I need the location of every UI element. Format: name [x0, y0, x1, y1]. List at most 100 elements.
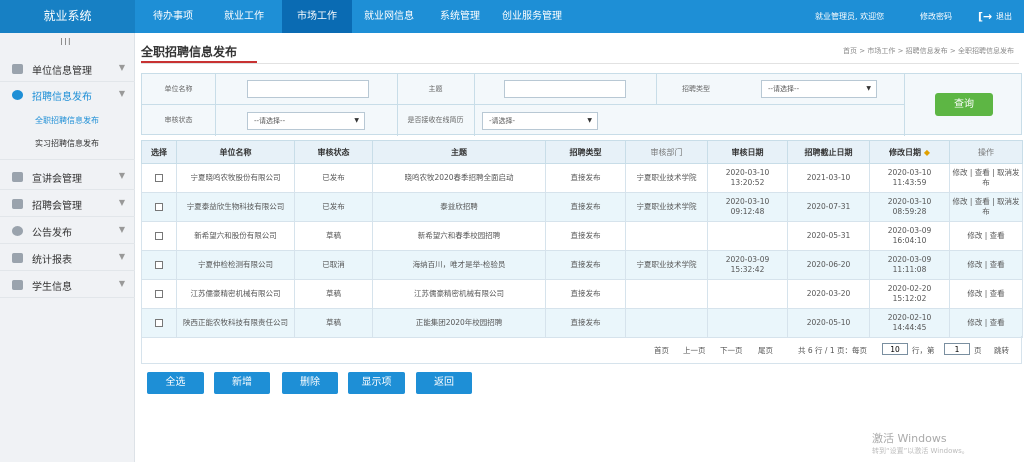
audit-status-select[interactable]: --请选择-- ▼	[247, 112, 365, 130]
table-row: 陕西正能农牧科技有限责任公司 草稿 正能集团2020年校园招聘 直接发布 202…	[141, 308, 1023, 338]
row-dept	[625, 221, 708, 251]
logout-link[interactable]: 退出	[996, 0, 1012, 33]
sidebar-item-student-info[interactable]: 学生信息 ▼	[0, 272, 135, 298]
row-subject: 海纳百川，唯才是举-检验员	[372, 250, 546, 280]
row-ops[interactable]: 修改 | 查看 | 取消发布	[949, 192, 1023, 222]
per-page-input[interactable]: 10	[882, 343, 908, 355]
sidebar-item-label: 统计报表	[32, 255, 72, 266]
search-button[interactable]: 查询	[935, 93, 993, 116]
row-checkbox[interactable]	[155, 319, 163, 327]
row-modified: 2020-03-10 11:43:59	[869, 163, 950, 193]
windows-watermark-hint: 转到“设置”以激活 Windows。	[872, 447, 969, 455]
select-all-button[interactable]: 全选	[147, 372, 204, 394]
sidebar-item-unit-info[interactable]: 单位信息管理 ▼	[0, 56, 135, 82]
row-audit-date: 2020-03-09 15:32:42	[707, 250, 788, 280]
recruit-type-select[interactable]: --请选择-- ▼	[761, 80, 877, 98]
nav-employment-work[interactable]: 就业工作	[212, 0, 276, 33]
sidebar-sub-internship[interactable]: 实习招聘信息发布	[35, 138, 99, 149]
building-icon	[12, 64, 23, 74]
online-resume-select[interactable]: -请选择- ▼	[482, 112, 598, 130]
row-deadline: 2020-07-31	[787, 192, 870, 222]
row-select[interactable]	[141, 192, 177, 222]
row-type: 直接发布	[545, 221, 626, 251]
nav-employment-info[interactable]: 就业网信息	[356, 0, 422, 33]
page-number-input[interactable]: 1	[944, 343, 970, 355]
filter-panel: 单位名称 主题 招聘类型 --请选择-- ▼ 审核状态 --请选择-- ▼ 是否接收…	[141, 73, 1022, 136]
windows-watermark: 激活 Windows	[872, 432, 947, 445]
nav-market-work[interactable]: 市场工作	[282, 0, 352, 33]
col-ops: 操作	[949, 140, 1023, 164]
row-ops[interactable]: 修改 | 查看	[949, 250, 1023, 280]
row-dept: 宁夏职业技术学院	[625, 163, 708, 193]
row-type: 直接发布	[545, 308, 626, 338]
row-company: 宁夏晓鸣农牧股份有限公司	[176, 163, 295, 193]
pager-first[interactable]: 首页	[654, 345, 669, 356]
add-button[interactable]: 新增	[214, 372, 270, 394]
sidebar-item-presentation[interactable]: 宣讲会管理 ▼	[0, 164, 135, 190]
pager-last[interactable]: 尾页	[758, 345, 773, 356]
col-modified[interactable]: 修改日期 ◆	[869, 140, 950, 164]
row-company: 陕西正能农牧科技有限责任公司	[176, 308, 295, 338]
row-dept	[625, 279, 708, 309]
display-columns-button[interactable]: 显示项	[348, 372, 405, 394]
delete-button[interactable]: 删除	[282, 372, 338, 394]
row-ops[interactable]: 修改 | 查看	[949, 308, 1023, 338]
pager-jump[interactable]: 跳转	[994, 345, 1009, 356]
row-subject: 泰益欣招聘	[372, 192, 546, 222]
back-button[interactable]: 返回	[416, 372, 472, 394]
row-ops[interactable]: 修改 | 查看	[949, 279, 1023, 309]
chevron-down-icon: ▼	[118, 171, 125, 180]
sidebar-item-statistics[interactable]: 统计报表 ▼	[0, 245, 135, 271]
row-checkbox[interactable]	[155, 203, 163, 211]
subject-input[interactable]	[504, 80, 626, 98]
row-select[interactable]	[141, 163, 177, 193]
row-select[interactable]	[141, 308, 177, 338]
sidebar-item-announcement[interactable]: 公告发布 ▼	[0, 218, 135, 244]
pager-prev[interactable]: 上一页	[683, 345, 706, 356]
sidebar-item-job-fair[interactable]: 招聘会管理 ▼	[0, 191, 135, 217]
page-title: 全职招聘信息发布	[141, 45, 238, 59]
row-status: 已发布	[294, 192, 373, 222]
row-subject: 晓鸣农牧2020春季招聘全面启动	[372, 163, 546, 193]
presenter-icon	[12, 172, 23, 182]
row-status: 已发布	[294, 163, 373, 193]
sidebar-item-recruitment[interactable]: 招聘信息发布 ▼ 全职招聘信息发布 实习招聘信息发布	[0, 82, 135, 160]
row-status: 草稿	[294, 279, 373, 309]
change-password-link[interactable]: 修改密码	[920, 0, 952, 33]
col-type: 招聘类型	[545, 140, 626, 164]
row-company: 江苏儒豪精密机械有限公司	[176, 279, 295, 309]
row-checkbox[interactable]	[155, 174, 163, 182]
nav-system-management[interactable]: 系统管理	[430, 0, 490, 33]
table-row: 新希望六和股份有限公司 草稿 新希望六和春季校园招聘 直接发布 2020-05-…	[141, 221, 1023, 251]
row-select[interactable]	[141, 279, 177, 309]
row-type: 直接发布	[545, 279, 626, 309]
row-ops[interactable]: 修改 | 查看 | 取消发布	[949, 163, 1023, 193]
pagination: 首页 上一页 下一页 尾页 共 6 行 / 1 页：每页 10 行，第 1 页 …	[141, 336, 1022, 364]
col-status: 审核状态	[294, 140, 373, 164]
row-ops[interactable]: 修改 | 查看	[949, 221, 1023, 251]
nav-todo[interactable]: 待办事项	[143, 0, 203, 33]
row-company: 宁夏泰益欣生物科技有限公司	[176, 192, 295, 222]
row-select[interactable]	[141, 250, 177, 280]
row-checkbox[interactable]	[155, 232, 163, 240]
company-input[interactable]	[247, 80, 369, 98]
row-type: 直接发布	[545, 250, 626, 280]
pager-next[interactable]: 下一页	[720, 345, 743, 356]
sort-icon[interactable]: ◆	[924, 148, 930, 157]
logout-icon[interactable]: [→	[978, 0, 992, 33]
row-select[interactable]	[141, 221, 177, 251]
subject-label: 主题	[428, 85, 443, 93]
row-checkbox[interactable]	[155, 290, 163, 298]
sidebar-collapse-handle[interactable]: III	[60, 37, 72, 48]
online-resume-value: -请选择-	[489, 117, 516, 125]
row-type: 直接发布	[545, 163, 626, 193]
row-subject: 正能集团2020年校园招聘	[372, 308, 546, 338]
sidebar: III 单位信息管理 ▼ 招聘信息发布 ▼ 全职招聘信息发布 实习招聘信息发布 …	[0, 33, 135, 462]
row-checkbox[interactable]	[155, 261, 163, 269]
sidebar-item-label: 公告发布	[32, 228, 72, 239]
welcome-text: 就业管理员, 欢迎您	[815, 12, 885, 21]
nav-startup-service[interactable]: 创业服务管理	[494, 0, 570, 33]
row-modified: 2020-02-20 15:12:02	[869, 279, 950, 309]
sidebar-item-label: 宣讲会管理	[32, 174, 82, 185]
sidebar-sub-fulltime[interactable]: 全职招聘信息发布	[35, 115, 99, 126]
